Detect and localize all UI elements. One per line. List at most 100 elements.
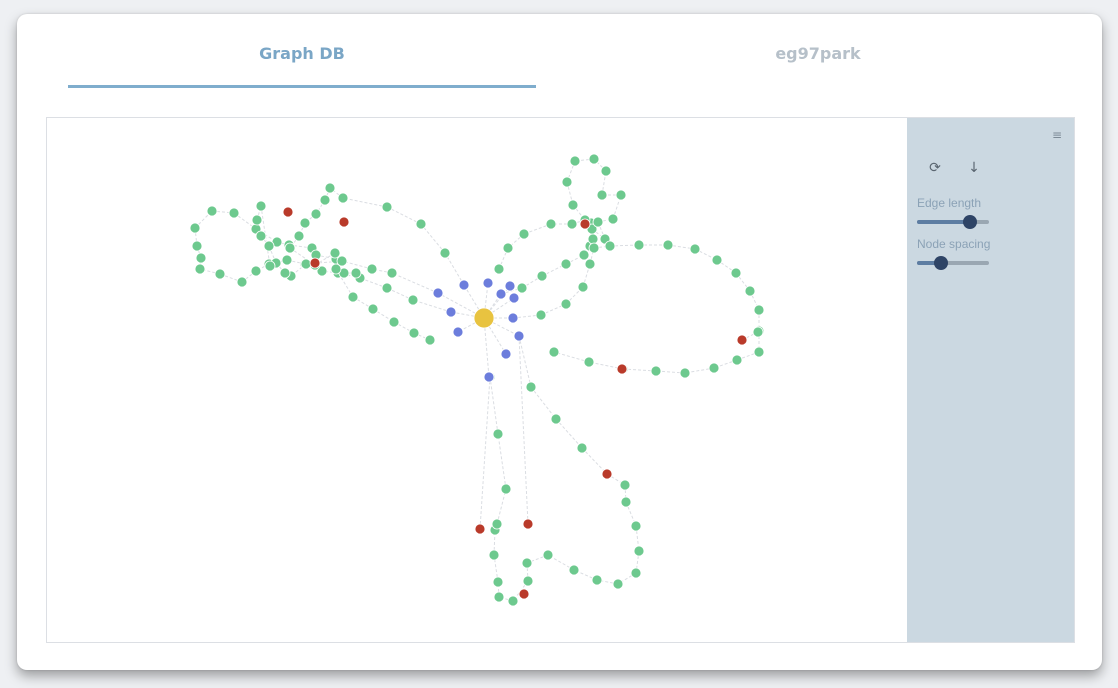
tab-graph-db[interactable]: Graph DB (68, 44, 536, 63)
green-node (493, 263, 505, 275)
node-spacing-label: Node spacing (917, 237, 991, 251)
edge-length-fill (917, 220, 971, 224)
active-tab-indicator (68, 85, 536, 88)
green-node (310, 208, 322, 220)
green-node (545, 218, 557, 230)
green-node (620, 496, 632, 508)
green-node (386, 267, 398, 279)
blue-node (432, 287, 444, 299)
green-node (263, 240, 275, 252)
graph-edge (342, 197, 388, 208)
graph-edge (518, 335, 529, 525)
green-node (488, 549, 500, 561)
green-node (662, 239, 674, 251)
blue-node (500, 348, 512, 360)
green-node (493, 591, 505, 603)
green-node (566, 218, 578, 230)
graph-panel: ≡ ⟳ ↓ Edge length Node spacing (46, 117, 1075, 643)
green-node (568, 564, 580, 576)
green-node (708, 362, 720, 374)
green-node (350, 267, 362, 279)
hamburger-icon[interactable]: ≡ (1052, 128, 1062, 142)
green-node (548, 346, 560, 358)
green-node (507, 595, 519, 607)
node-spacing-slider[interactable] (917, 256, 989, 270)
green-node (560, 298, 572, 310)
graph-edge (412, 299, 452, 313)
green-node (604, 240, 616, 252)
green-node (587, 233, 599, 245)
green-node (578, 249, 590, 261)
graph-edge (555, 418, 583, 449)
green-node (630, 520, 642, 532)
blue-node (513, 330, 525, 342)
node-spacing-thumb[interactable] (934, 256, 949, 270)
graph-edge (489, 376, 499, 435)
green-node (189, 222, 201, 234)
graph-edge (581, 447, 608, 475)
red-node (522, 518, 534, 530)
green-node (347, 291, 359, 303)
red-node (601, 468, 613, 480)
green-node (336, 255, 348, 267)
graph-edge (496, 488, 507, 525)
blue-node (504, 280, 516, 292)
green-node (337, 192, 349, 204)
green-node (535, 309, 547, 321)
green-node (630, 567, 642, 579)
edge-length-thumb[interactable] (963, 215, 978, 229)
green-node (588, 153, 600, 165)
green-node (381, 201, 393, 213)
blue-node (483, 371, 495, 383)
tab-bar: Graph DB eg97park (68, 14, 1068, 88)
green-node (650, 365, 662, 377)
blue-node (458, 279, 470, 291)
red-node (579, 218, 591, 230)
graph-card: Graph DB eg97park ≡ ⟳ ↓ Edge length Node… (17, 14, 1102, 670)
blue-node (452, 326, 464, 338)
green-node (600, 165, 612, 177)
download-icon[interactable]: ↓ (964, 158, 984, 178)
green-node (536, 270, 548, 282)
green-node (633, 239, 645, 251)
green-node (300, 258, 312, 270)
tab-eg97park[interactable]: eg97park (668, 44, 968, 63)
green-node (381, 282, 393, 294)
green-node (206, 205, 218, 217)
green-node (596, 189, 608, 201)
green-node (577, 281, 589, 293)
graph-edge (386, 206, 422, 225)
green-node (329, 247, 341, 259)
green-node (607, 213, 619, 225)
green-node (236, 276, 248, 288)
green-node (492, 428, 504, 440)
green-node (588, 242, 600, 254)
green-node (424, 334, 436, 346)
green-node (753, 346, 765, 358)
green-node (583, 356, 595, 368)
green-node (255, 230, 267, 242)
green-node (407, 294, 419, 306)
graph-canvas[interactable] (47, 118, 907, 642)
graph-visualization[interactable] (47, 118, 907, 642)
green-node (408, 327, 420, 339)
refresh-icon[interactable]: ⟳ (925, 158, 945, 178)
edge-length-label: Edge length (917, 196, 982, 210)
red-node (338, 216, 350, 228)
green-node (521, 557, 533, 569)
green-node (561, 176, 573, 188)
green-node (502, 242, 514, 254)
green-node (567, 199, 579, 211)
green-node (679, 367, 691, 379)
blue-node (507, 312, 519, 324)
red-node (309, 257, 321, 269)
green-node (542, 549, 554, 561)
edge-length-slider[interactable] (917, 215, 989, 229)
green-node (525, 381, 537, 393)
green-node (619, 479, 631, 491)
green-node (550, 413, 562, 425)
graph-edge (553, 351, 590, 363)
green-node (731, 354, 743, 366)
green-node (569, 155, 581, 167)
green-node (516, 282, 528, 294)
